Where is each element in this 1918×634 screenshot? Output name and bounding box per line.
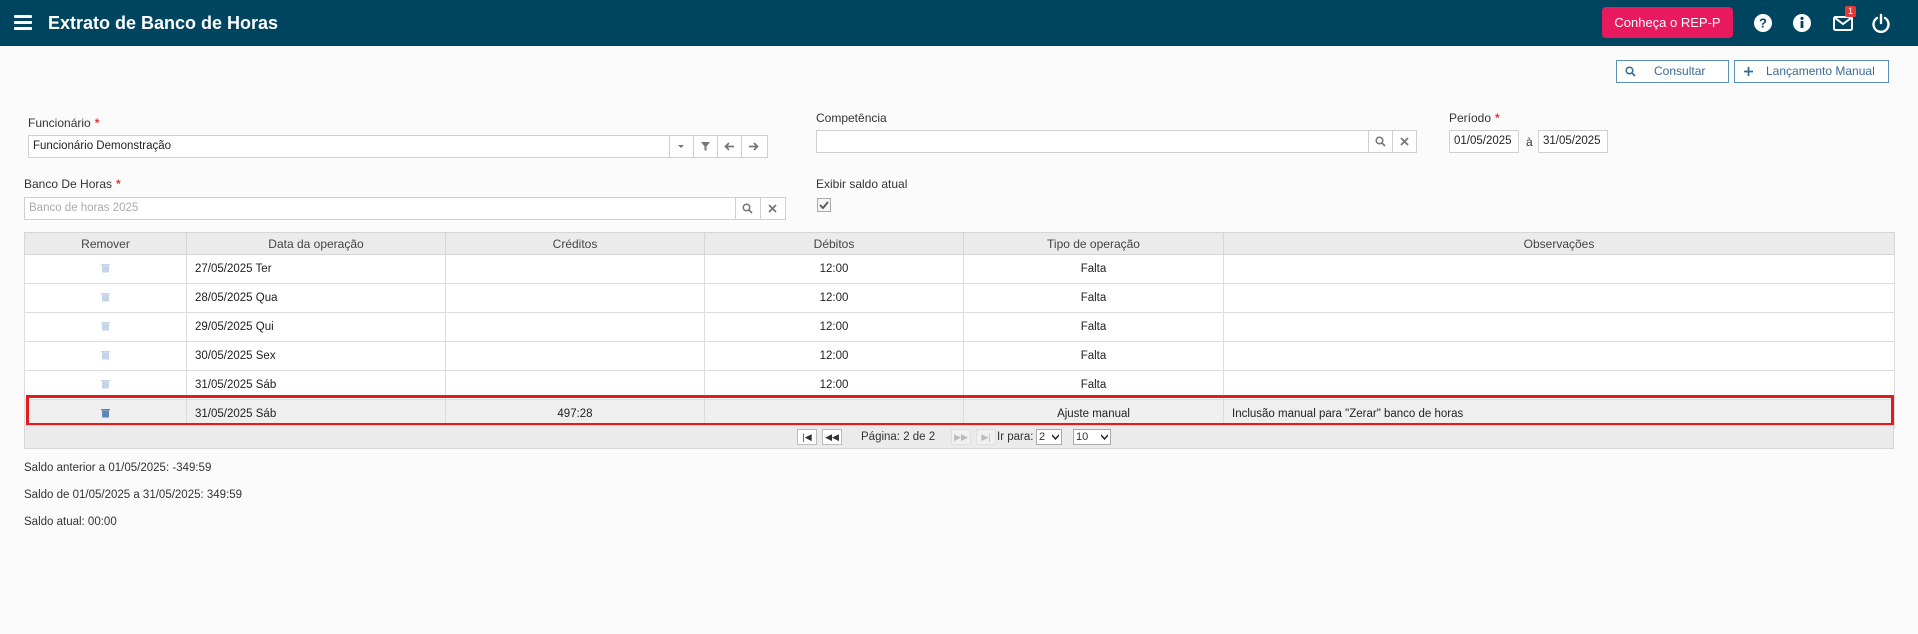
arrow-right-icon[interactable] — [741, 136, 765, 157]
column-header[interactable]: Débitos — [704, 232, 964, 255]
lancamento-manual-button[interactable]: Lançamento Manual — [1734, 60, 1889, 83]
pagination-bar: |◀ ◀◀ Página: 2 de 2 ▶▶ ▶| Ir para: 2 10 — [24, 425, 1894, 449]
mail-badge: 1 — [1845, 6, 1856, 17]
saldo-periodo: Saldo de 01/05/2025 a 31/05/2025: 349:59 — [24, 489, 243, 501]
table-row: 30/05/2025 Sex 12:00 Falta — [24, 341, 1895, 371]
goto-label: Ir para: — [997, 431, 1034, 443]
help-icon[interactable]: ? — [1752, 12, 1774, 34]
data-cell: 29/05/2025 Qui — [186, 312, 446, 342]
periodo-label: Período * — [1449, 111, 1500, 125]
prev-page-icon[interactable]: ◀◀ — [822, 429, 842, 445]
exibir-saldo-checkbox[interactable] — [817, 198, 831, 212]
funcionario-value: Funcionário Demonstração — [33, 140, 172, 152]
search-icon[interactable] — [1368, 131, 1392, 152]
funcionario-label: Funcionário * — [28, 116, 100, 130]
exibir-saldo-label: Exibir saldo atual — [816, 177, 908, 191]
menu-icon[interactable] — [14, 15, 32, 31]
saldo-atual: Saldo atual: 00:00 — [24, 516, 117, 528]
data-cell: 31/05/2025 Sáb — [186, 370, 446, 400]
top-bar: Extrato de Banco de Horas Conheça o REP-… — [0, 0, 1918, 46]
extrato-table: Remover Data da operação Créditos Débito… — [24, 232, 1895, 429]
plus-icon — [1744, 67, 1753, 76]
svg-text:?: ? — [1759, 16, 1767, 31]
obs-cell — [1223, 341, 1895, 371]
trash-icon[interactable] — [101, 321, 110, 334]
table-row: 29/05/2025 Qui 12:00 Falta — [24, 312, 1895, 342]
creditos-cell — [445, 312, 705, 342]
info-icon[interactable] — [1791, 12, 1813, 34]
banco-de-horas-placeholder: Banco de horas 2025 — [29, 202, 139, 214]
column-header[interactable]: Créditos — [445, 232, 705, 255]
last-page-icon[interactable]: ▶| — [976, 429, 996, 445]
debitos-cell: 12:00 — [704, 254, 964, 284]
periodo-separator: à — [1526, 135, 1533, 149]
consultar-label: Consultar — [1654, 64, 1706, 78]
trash-icon[interactable] — [101, 263, 110, 276]
search-icon — [1625, 66, 1636, 77]
clear-icon[interactable] — [760, 198, 784, 219]
trash-icon[interactable] — [101, 379, 110, 392]
column-header[interactable]: Observações — [1223, 232, 1895, 255]
obs-cell — [1223, 283, 1895, 313]
debitos-cell: 12:00 — [704, 312, 964, 342]
first-page-icon[interactable]: |◀ — [797, 429, 817, 445]
table-row: 28/05/2025 Qua 12:00 Falta — [24, 283, 1895, 313]
creditos-cell — [445, 254, 705, 284]
table-header: Remover Data da operação Créditos Débito… — [24, 232, 1895, 255]
obs-cell — [1223, 370, 1895, 400]
data-cell: 30/05/2025 Sex — [186, 341, 446, 371]
tipo-cell: Falta — [963, 370, 1224, 400]
table-row: 27/05/2025 Ter 12:00 Falta — [24, 254, 1895, 284]
data-cell: 28/05/2025 Qua — [186, 283, 446, 313]
creditos-cell — [445, 283, 705, 313]
check-icon — [819, 201, 829, 210]
debitos-cell: 12:00 — [704, 283, 964, 313]
trash-icon[interactable] — [101, 350, 110, 363]
column-header[interactable]: Tipo de operação — [963, 232, 1224, 255]
column-header[interactable]: Data da operação — [186, 232, 446, 255]
lancamento-manual-label: Lançamento Manual — [1766, 64, 1875, 78]
page-indicator: Página: 2 de 2 — [861, 431, 936, 443]
search-icon[interactable] — [735, 198, 759, 219]
rep-p-button[interactable]: Conheça o REP-P — [1602, 7, 1733, 38]
clear-icon[interactable] — [1392, 131, 1416, 152]
trash-icon[interactable] — [101, 408, 110, 421]
debitos-cell: 12:00 — [704, 370, 964, 400]
trash-icon[interactable] — [101, 292, 110, 305]
column-header[interactable]: Remover — [24, 232, 187, 255]
filter-icon[interactable] — [693, 136, 717, 157]
page-title: Extrato de Banco de Horas — [48, 13, 279, 33]
tipo-cell: Falta — [963, 254, 1224, 284]
chevron-down-icon[interactable] — [669, 136, 693, 157]
goto-page-select[interactable]: 2 — [1036, 429, 1062, 445]
table-row: 31/05/2025 Sáb 12:00 Falta — [24, 370, 1895, 400]
tipo-cell: Falta — [963, 283, 1224, 313]
competencia-field[interactable] — [816, 130, 1417, 153]
competencia-label: Competência — [816, 111, 887, 125]
page-size-select[interactable]: 10 — [1073, 429, 1111, 445]
arrow-left-icon[interactable] — [717, 136, 741, 157]
banco-de-horas-label: Banco De Horas * — [24, 177, 121, 191]
banco-de-horas-field[interactable]: Banco de horas 2025 — [24, 197, 786, 220]
debitos-cell: 12:00 — [704, 341, 964, 371]
creditos-cell — [445, 370, 705, 400]
consultar-button[interactable]: Consultar — [1616, 60, 1729, 83]
periodo-end-input[interactable]: 31/05/2025 — [1538, 130, 1608, 153]
power-icon[interactable] — [1870, 12, 1892, 34]
funcionario-field[interactable]: Funcionário Demonstração — [28, 135, 768, 158]
creditos-cell — [445, 341, 705, 371]
saldo-anterior: Saldo anterior a 01/05/2025: -349:59 — [24, 462, 212, 474]
data-cell: 27/05/2025 Ter — [186, 254, 446, 284]
periodo-start-input[interactable]: 01/05/2025 — [1449, 130, 1519, 153]
obs-cell — [1223, 254, 1895, 284]
tipo-cell: Falta — [963, 312, 1224, 342]
tipo-cell: Falta — [963, 341, 1224, 371]
next-page-icon[interactable]: ▶▶ — [951, 429, 971, 445]
obs-cell — [1223, 312, 1895, 342]
